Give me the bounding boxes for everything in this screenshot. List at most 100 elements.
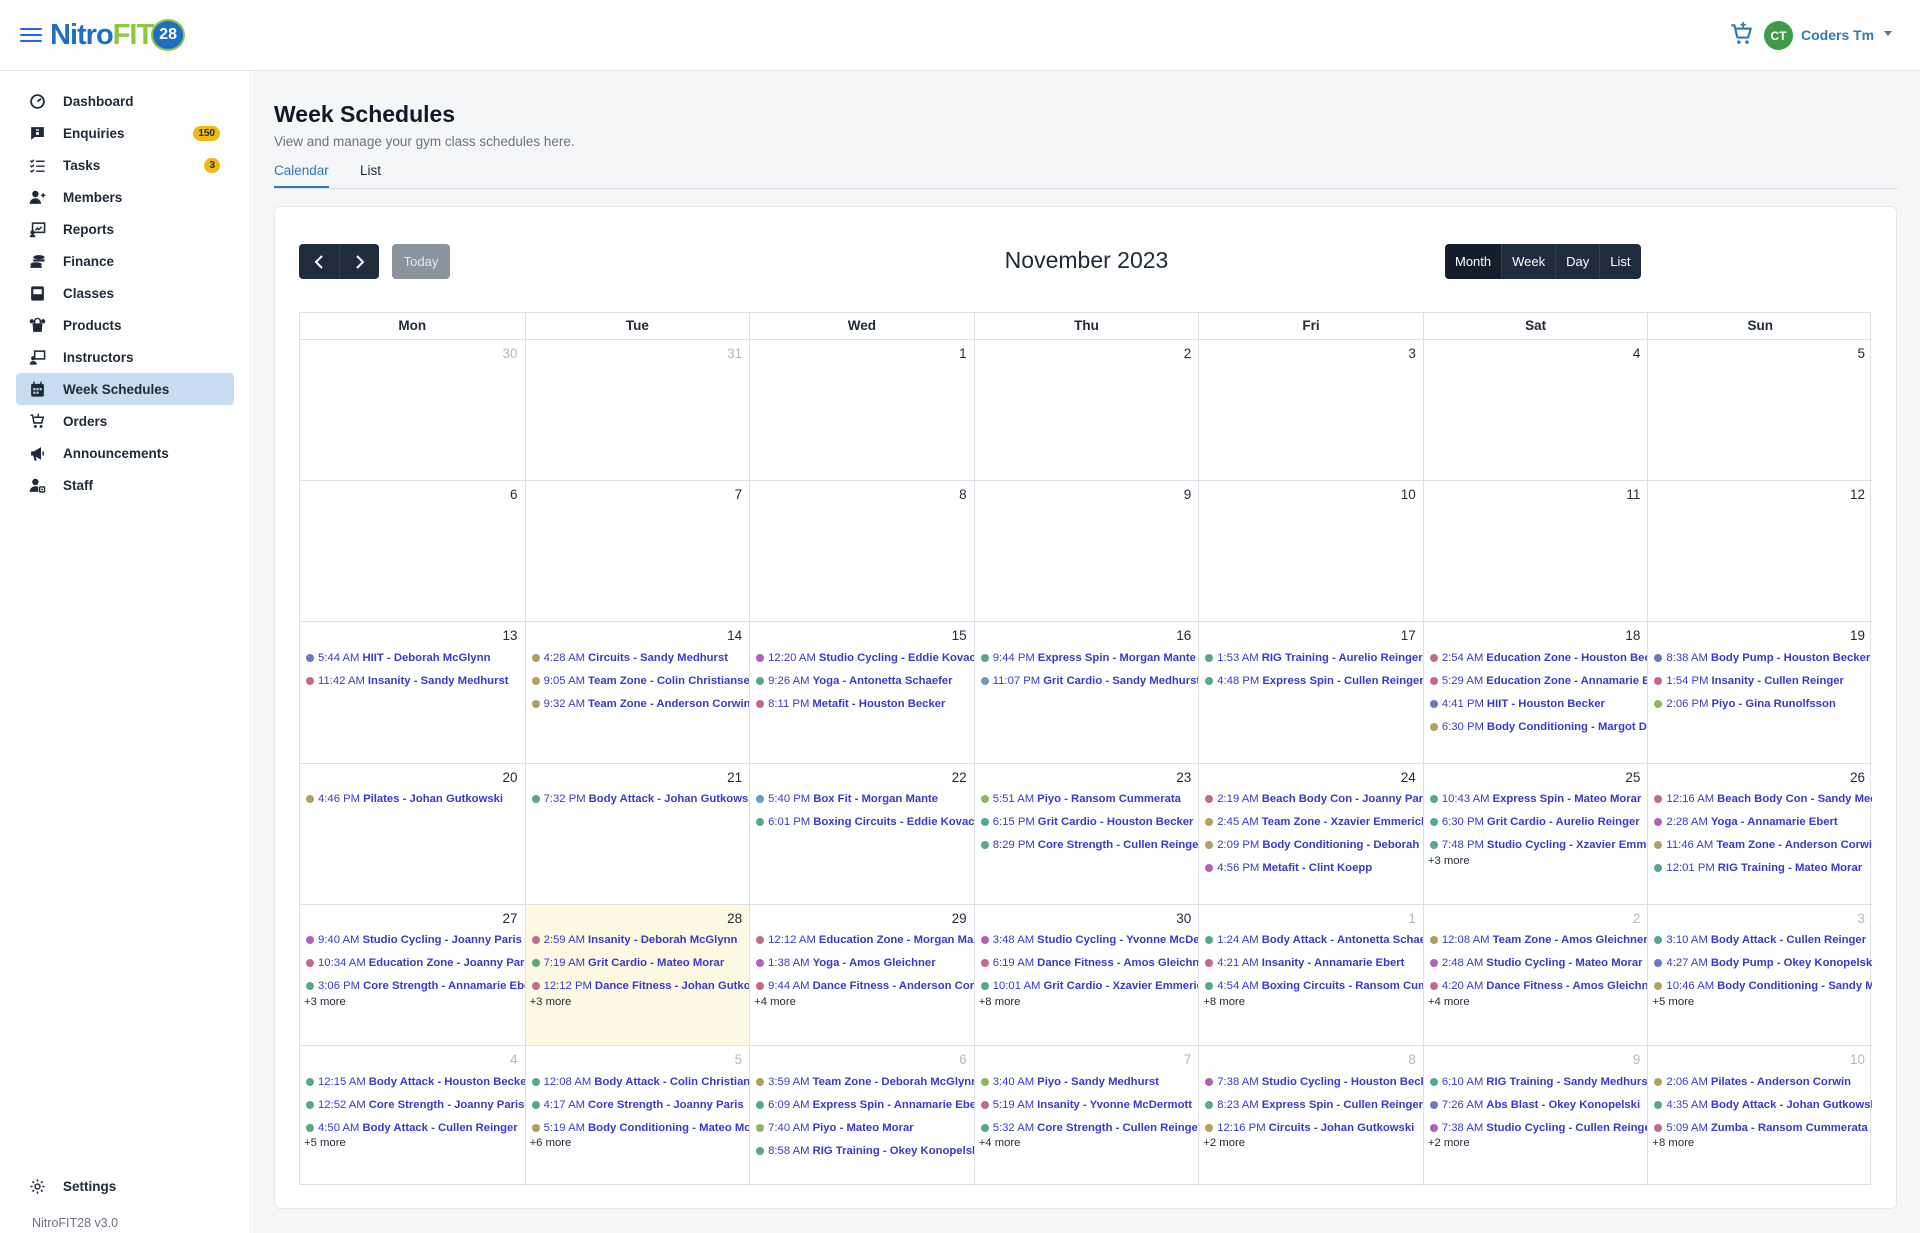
day-number[interactable]: 3 <box>1857 911 1865 926</box>
calendar-event[interactable]: 7:32 PM Body Attack - Johan Gutkowski <box>531 791 749 808</box>
calendar-event[interactable]: 9:26 AM Yoga - Antonetta Schaefer <box>756 672 974 689</box>
day-cell[interactable]: 8 <box>749 480 974 622</box>
calendar-event[interactable]: 5:51 AM Piyo - Ransom Cummerata <box>980 791 1199 808</box>
sidebar-item-staff[interactable]: Staff <box>16 469 234 501</box>
calendar-event[interactable]: 4:41 PM HIIT - Houston Becker <box>1429 695 1648 712</box>
day-number[interactable]: 20 <box>503 770 518 785</box>
day-number[interactable]: 13 <box>503 628 518 643</box>
calendar-event[interactable]: 3:48 AMStudio Cycling - Yvonne McDermott <box>980 932 1198 949</box>
view-week-button[interactable]: Week <box>1501 244 1556 279</box>
day-number[interactable]: 10 <box>1850 1052 1865 1067</box>
day-number[interactable]: 21 <box>727 770 742 785</box>
chevron-down-icon[interactable] <box>1884 31 1892 36</box>
calendar-event[interactable]: 7:48 PMStudio Cycling - Xzavier Emmerich <box>1429 837 1647 854</box>
calendar-event[interactable]: 2:48 AM Studio Cycling - Mateo Morar <box>1429 955 1648 972</box>
calendar-event[interactable]: 1:53 AM RIG Training - Aurelio Reinger <box>1205 649 1423 666</box>
calendar-event[interactable]: 7:26 AM Abs Blast - Okey Konopelski <box>1429 1096 1648 1113</box>
more-events-link[interactable]: +5 more <box>1652 996 1694 1008</box>
calendar-event[interactable]: 12:15 AM Body Attack - Houston Becker <box>306 1073 525 1090</box>
avatar[interactable]: CT <box>1764 21 1793 50</box>
day-cell[interactable]: 2 <box>973 339 1199 481</box>
day-cell[interactable]: 30 3:48 AMStudio Cycling - Yvonne McDermo… <box>973 903 1199 1045</box>
calendar-event[interactable]: 4:56 PM Metafit - Clint Koepp <box>1205 860 1423 877</box>
calendar-event[interactable]: 12:08 AM Team Zone - Amos Gleichner <box>1429 932 1647 949</box>
day-cell[interactable]: 10 <box>1198 480 1423 622</box>
calendar-event[interactable]: 12:08 AMBody Attack - Colin Christiansen <box>531 1073 749 1090</box>
sidebar-item-dashboard[interactable]: Dashboard <box>16 85 234 117</box>
calendar-event[interactable]: 4:27 AM Body Pump - Okey Konopelski <box>1654 955 1872 972</box>
user-name[interactable]: Coders Tm <box>1801 27 1874 43</box>
calendar-event[interactable]: 2:28 AM Yoga - Annamarie Ebert <box>1654 814 1872 831</box>
calendar-event[interactable]: 12:12 AM Education Zone - Morgan Mante <box>756 932 974 949</box>
sidebar-item-enquiries[interactable]: Enquiries 150 <box>16 117 234 149</box>
sidebar-item-members[interactable]: Members <box>16 181 234 213</box>
day-number[interactable]: 3 <box>1408 346 1416 361</box>
calendar-event[interactable]: 5:29 AMEducation Zone - Annamarie Ebert <box>1429 672 1647 689</box>
day-cell[interactable]: 14 4:28 AM Circuits - Sandy Medhurst 9:05 A… <box>524 621 750 763</box>
day-number[interactable]: 5 <box>1857 346 1865 361</box>
day-number[interactable]: 2 <box>1184 346 1192 361</box>
day-cell[interactable]: 31 <box>524 339 750 481</box>
sidebar-item-finance[interactable]: Finance <box>16 245 234 277</box>
calendar-event[interactable]: 6:19 AM Dance Fitness - Amos Gleichner <box>980 955 1198 972</box>
more-events-link[interactable]: +2 more <box>1203 1137 1245 1149</box>
calendar-event[interactable]: 5:44 AM HIIT - Deborah McGlynn <box>306 649 525 666</box>
calendar-event[interactable]: 7:38 AM Studio Cycling - Houston Becker <box>1205 1073 1423 1090</box>
calendar-event[interactable]: 6:30 PM Body Conditioning - Margot Dare <box>1429 718 1647 735</box>
day-cell[interactable]: 3 3:10 AM Body Attack - Cullen Reinger 4:27… <box>1647 903 1872 1045</box>
calendar-event[interactable]: 10:46 AMBody Conditioning - Sandy Medhur… <box>1654 978 1872 995</box>
day-cell[interactable]: 12 <box>1647 480 1872 622</box>
more-events-link[interactable]: +2 more <box>1428 1137 1470 1149</box>
day-number[interactable]: 24 <box>1401 770 1416 785</box>
more-events-link[interactable]: +3 more <box>304 996 346 1008</box>
calendar-event[interactable]: 9:44 PM Express Spin - Morgan Mante <box>980 649 1199 666</box>
day-number[interactable]: 29 <box>952 911 967 926</box>
day-number[interactable]: 26 <box>1850 770 1865 785</box>
sidebar-item-reports[interactable]: Reports <box>16 213 234 245</box>
day-cell[interactable]: 5 <box>1647 339 1872 481</box>
day-cell[interactable]: 3 <box>1198 339 1423 481</box>
calendar-event[interactable]: 5:32 AM Core Strength - Cullen Reinger <box>980 1119 1198 1136</box>
sidebar-item-orders[interactable]: Orders <box>16 405 234 437</box>
day-cell[interactable]: 29 12:12 AM Education Zone - Morgan Mante 1… <box>749 903 974 1045</box>
calendar-event[interactable]: 4:28 AM Circuits - Sandy Medhurst <box>531 649 750 666</box>
calendar-event[interactable]: 1:54 PM Insanity - Cullen Reinger <box>1654 672 1872 689</box>
calendar-event[interactable]: 10:43 AM Express Spin - Mateo Morar <box>1429 791 1648 808</box>
calendar-event[interactable]: 2:09 PMBody Conditioning - Deborah McGly… <box>1205 837 1423 854</box>
sidebar-item-announcements[interactable]: Announcements <box>16 437 234 469</box>
cart-icon[interactable] <box>1728 21 1754 47</box>
day-cell[interactable]: 13 5:44 AM HIIT - Deborah McGlynn 11:42 AM I… <box>300 621 525 762</box>
calendar-event[interactable]: 12:52 AM Core Strength - Joanny Paris <box>306 1096 525 1113</box>
sidebar-item-classes[interactable]: Classes <box>16 277 234 309</box>
day-cell[interactable]: 1 <box>749 339 974 481</box>
sidebar-item-week-schedules[interactable]: Week Schedules <box>16 373 234 405</box>
day-number[interactable]: 22 <box>952 770 967 785</box>
calendar-event[interactable]: 2:19 AM Beach Body Con - Joanny Paris <box>1205 791 1423 808</box>
day-number[interactable]: 27 <box>503 911 518 926</box>
calendar-event[interactable]: 4:20 AM Dance Fitness - Amos Gleichner <box>1429 978 1647 995</box>
calendar-event[interactable]: 2:45 AM Team Zone - Xzavier Emmerich <box>1205 814 1423 831</box>
calendar-event[interactable]: 4:35 AM Body Attack - Johan Gutkowski <box>1654 1096 1872 1113</box>
calendar-event[interactable]: 2:06 AM Pilates - Anderson Corwin <box>1654 1073 1872 1090</box>
day-number[interactable]: 17 <box>1401 628 1416 643</box>
day-cell[interactable]: 2 12:08 AM Team Zone - Amos Gleichner 2:48 … <box>1422 903 1648 1045</box>
view-month-button[interactable]: Month <box>1445 244 1502 279</box>
calendar-event[interactable]: 10:34 AM Education Zone - Joanny Paris <box>306 955 525 972</box>
day-number[interactable]: 7 <box>735 487 743 502</box>
view-day-button[interactable]: Day <box>1555 244 1600 279</box>
calendar-event[interactable]: 1:24 AM Body Attack - Antonetta Schaefer <box>1205 932 1423 949</box>
calendar-event[interactable]: 5:19 AM Body Conditioning - Mateo Morar <box>531 1119 749 1136</box>
more-events-link[interactable]: +6 more <box>530 1137 572 1149</box>
day-cell[interactable]: 20 4:46 PM Pilates - Johan Gutkowski <box>300 762 525 904</box>
more-events-link[interactable]: +3 more <box>1428 855 1470 867</box>
calendar-event[interactable]: 5:19 AM Insanity - Yvonne McDermott <box>980 1096 1199 1113</box>
day-cell[interactable]: 7 3:40 AM Piyo - Sandy Medhurst 5:19 AM Insa… <box>973 1045 1199 1187</box>
day-number[interactable]: 2 <box>1633 911 1641 926</box>
day-number[interactable]: 10 <box>1401 487 1416 502</box>
tab-list[interactable]: List <box>360 163 381 186</box>
day-number[interactable]: 16 <box>1176 628 1191 643</box>
sidebar-item-instructors[interactable]: Instructors <box>16 341 234 373</box>
calendar-event[interactable]: 12:16 PM Circuits - Johan Gutkowski <box>1205 1119 1423 1136</box>
calendar-event[interactable]: 6:01 PM Boxing Circuits - Eddie Kovacek <box>756 814 974 831</box>
day-cell[interactable]: 15 12:20 AM Studio Cycling - Eddie Kovacek… <box>749 621 974 763</box>
